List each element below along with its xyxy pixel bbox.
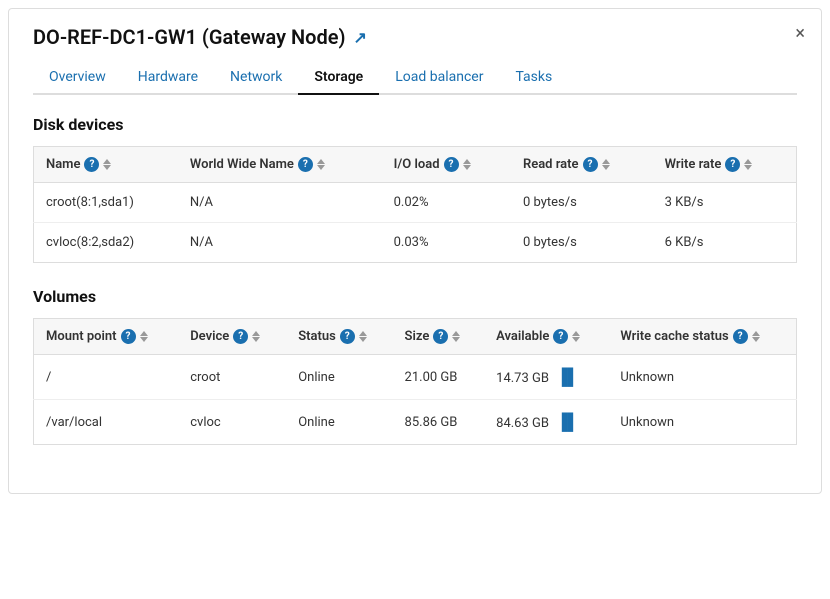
- table-row: / croot Online 21.00 GB 14.73 GB ▐▌ Unkn…: [34, 355, 797, 400]
- th-size: Size ?: [393, 319, 485, 355]
- status-help-icon[interactable]: ?: [340, 329, 355, 344]
- cell-write-cache: Unknown: [608, 400, 796, 445]
- available-sort-icon[interactable]: [572, 331, 580, 342]
- size-help-icon[interactable]: ?: [433, 329, 448, 344]
- th-mount-point: Mount point ?: [34, 319, 179, 355]
- cell-read-rate: 0 bytes/s: [511, 183, 653, 223]
- volumes-title: Volumes: [33, 287, 797, 306]
- th-io-load: I/O load ?: [382, 147, 511, 183]
- cell-read-rate: 0 bytes/s: [511, 223, 653, 263]
- cell-write-cache: Unknown: [608, 355, 796, 400]
- cell-available: 84.63 GB ▐▌: [484, 400, 608, 445]
- name-help-icon[interactable]: ?: [84, 157, 99, 172]
- th-wwn: World Wide Name ?: [178, 147, 382, 183]
- name-sort-icon[interactable]: [103, 159, 111, 170]
- th-io-load-label: I/O load: [394, 157, 440, 172]
- volumes-table: Mount point ? Device ? Status ?: [33, 318, 797, 445]
- write-cache-sort-icon[interactable]: [752, 331, 760, 342]
- disk-devices-title: Disk devices: [33, 115, 797, 134]
- cell-size: 85.86 GB: [393, 400, 485, 445]
- th-device-label: Device: [190, 329, 229, 344]
- cell-write-rate: 6 KB/s: [653, 223, 797, 263]
- write-rate-sort-icon[interactable]: [744, 159, 752, 170]
- disk-devices-body: croot(8:1,sda1) N/A 0.02% 0 bytes/s 3 KB…: [34, 183, 797, 263]
- volumes-body: / croot Online 21.00 GB 14.73 GB ▐▌ Unkn…: [34, 355, 797, 445]
- disk-devices-header-row: Name ? World Wide Name ? I/O load: [34, 147, 797, 183]
- available-help-icon[interactable]: ?: [553, 329, 568, 344]
- io-load-sort-icon[interactable]: [463, 159, 471, 170]
- read-rate-help-icon[interactable]: ?: [583, 157, 598, 172]
- cell-device: croot: [178, 355, 286, 400]
- panel-title-text: DO-REF-DC1-GW1 (Gateway Node): [33, 25, 346, 49]
- cell-io-load: 0.03%: [382, 223, 511, 263]
- tab-network[interactable]: Network: [214, 61, 298, 95]
- cell-write-rate: 3 KB/s: [653, 183, 797, 223]
- write-rate-help-icon[interactable]: ?: [725, 157, 740, 172]
- wwn-help-icon[interactable]: ?: [298, 157, 313, 172]
- cell-status: Online: [286, 400, 392, 445]
- volumes-header-row: Mount point ? Device ? Status ?: [34, 319, 797, 355]
- cell-available: 14.73 GB ▐▌: [484, 355, 608, 400]
- th-status-label: Status: [298, 329, 336, 344]
- size-sort-icon[interactable]: [452, 331, 460, 342]
- write-cache-help-icon[interactable]: ?: [733, 329, 748, 344]
- cell-size: 21.00 GB: [393, 355, 485, 400]
- cell-wwn: N/A: [178, 183, 382, 223]
- read-rate-sort-icon[interactable]: [602, 159, 610, 170]
- cell-mount-point: /var/local: [34, 400, 179, 445]
- cell-name: croot(8:1,sda1): [34, 183, 178, 223]
- th-device: Device ?: [178, 319, 286, 355]
- th-size-label: Size: [405, 329, 430, 344]
- th-name: Name ?: [34, 147, 178, 183]
- cell-io-load: 0.02%: [382, 183, 511, 223]
- mount-point-sort-icon[interactable]: [140, 331, 148, 342]
- cell-mount-point: /: [34, 355, 179, 400]
- io-load-help-icon[interactable]: ?: [444, 157, 459, 172]
- tab-load-balancer[interactable]: Load balancer: [379, 61, 499, 95]
- th-read-rate: Read rate ?: [511, 147, 653, 183]
- th-mount-point-label: Mount point: [46, 329, 117, 344]
- panel-title-area: DO-REF-DC1-GW1 (Gateway Node) ↗: [33, 25, 797, 49]
- th-status: Status ?: [286, 319, 392, 355]
- cell-wwn: N/A: [178, 223, 382, 263]
- bar-chart-icon[interactable]: ▐▌: [556, 367, 579, 386]
- external-link-icon[interactable]: ↗: [354, 28, 367, 47]
- th-name-label: Name: [46, 157, 80, 172]
- disk-devices-table: Name ? World Wide Name ? I/O load: [33, 146, 797, 263]
- th-write-rate-label: Write rate: [665, 157, 722, 172]
- tab-storage[interactable]: Storage: [298, 61, 379, 95]
- bar-chart-icon[interactable]: ▐▌: [556, 412, 579, 431]
- device-sort-icon[interactable]: [252, 331, 260, 342]
- th-available: Available ?: [484, 319, 608, 355]
- tab-overview[interactable]: Overview: [33, 61, 122, 95]
- close-button[interactable]: ×: [795, 25, 805, 43]
- device-help-icon[interactable]: ?: [233, 329, 248, 344]
- wwn-sort-icon[interactable]: [317, 159, 325, 170]
- tab-hardware[interactable]: Hardware: [122, 61, 214, 95]
- table-row: /var/local cvloc Online 85.86 GB 84.63 G…: [34, 400, 797, 445]
- cell-name: cvloc(8:2,sda2): [34, 223, 178, 263]
- th-write-cache-label: Write cache status: [620, 329, 728, 344]
- th-write-cache: Write cache status ?: [608, 319, 796, 355]
- main-panel: DO-REF-DC1-GW1 (Gateway Node) ↗ × Overvi…: [8, 8, 822, 494]
- tab-tasks[interactable]: Tasks: [499, 61, 568, 95]
- table-row: croot(8:1,sda1) N/A 0.02% 0 bytes/s 3 KB…: [34, 183, 797, 223]
- table-row: cvloc(8:2,sda2) N/A 0.03% 0 bytes/s 6 KB…: [34, 223, 797, 263]
- th-available-label: Available: [496, 329, 549, 344]
- cell-device: cvloc: [178, 400, 286, 445]
- tab-bar: Overview Hardware Network Storage Load b…: [33, 61, 797, 95]
- status-sort-icon[interactable]: [359, 331, 367, 342]
- cell-status: Online: [286, 355, 392, 400]
- th-write-rate: Write rate ?: [653, 147, 797, 183]
- th-wwn-label: World Wide Name: [190, 157, 294, 172]
- th-read-rate-label: Read rate: [523, 157, 579, 172]
- mount-point-help-icon[interactable]: ?: [121, 329, 136, 344]
